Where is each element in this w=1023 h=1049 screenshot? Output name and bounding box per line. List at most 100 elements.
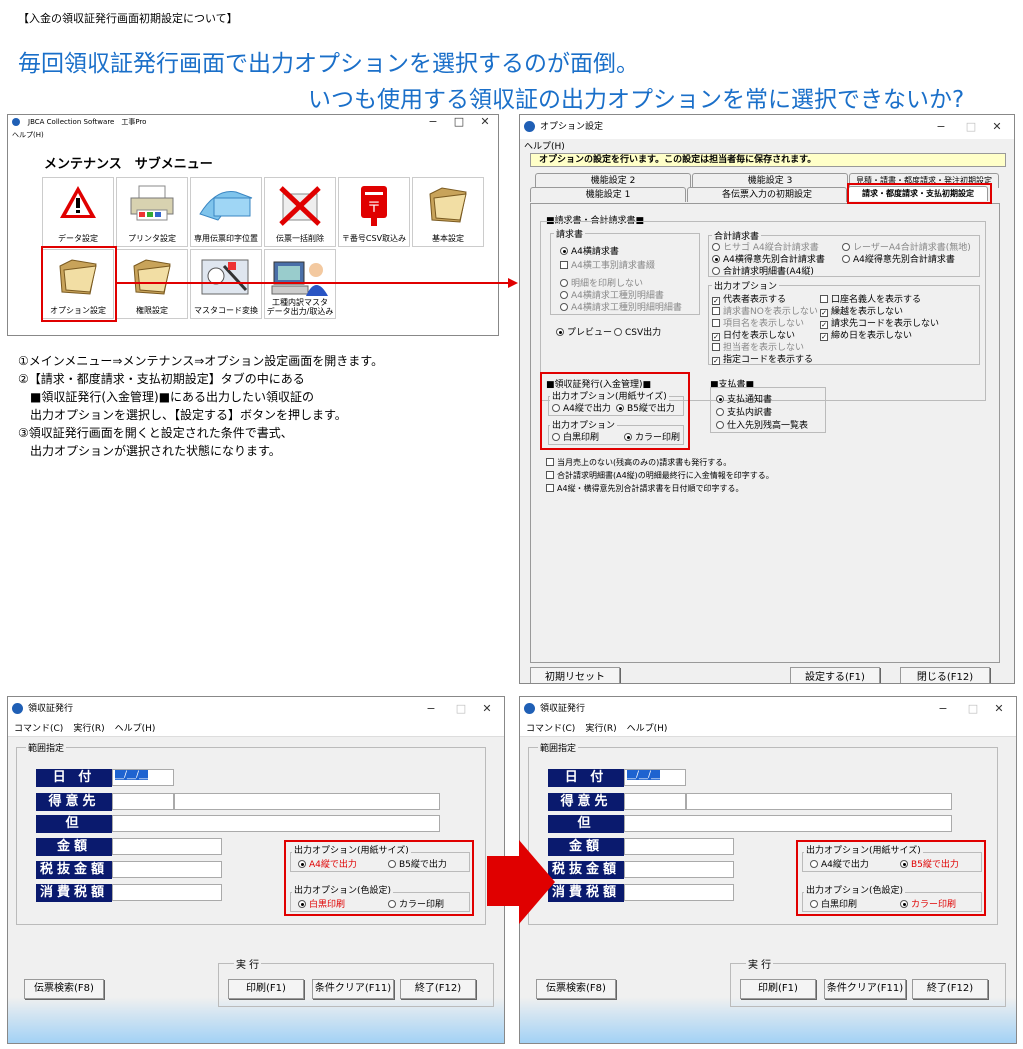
- preview-radio[interactable]: プレビュー: [556, 325, 612, 338]
- ryoshu-color-radio[interactable]: カラー印刷: [624, 430, 680, 443]
- csv-radio[interactable]: CSV出力: [614, 325, 661, 338]
- menu-item[interactable]: 実行(R): [585, 724, 616, 734]
- close-button[interactable]: ✕: [986, 697, 1012, 721]
- menu-help[interactable]: ヘルプ(H): [12, 130, 44, 140]
- field-label-3: 但: [36, 815, 112, 833]
- title-bar: 領収証発行 − □ ✕: [520, 697, 1016, 721]
- menu-tile-1[interactable]: データ設定: [42, 177, 114, 247]
- tax-amount-input[interactable]: [624, 884, 734, 901]
- menu-item[interactable]: ヘルプ(H): [627, 724, 668, 734]
- minimize-button[interactable]: −: [418, 697, 444, 721]
- date-input[interactable]: __/__/__: [112, 769, 174, 786]
- clear-button[interactable]: 条件クリア(F11): [312, 979, 394, 999]
- radio-icon: [560, 303, 568, 311]
- radio-icon: [298, 900, 306, 908]
- menu-tile-5[interactable]: 〒〒番号CSV取込み: [338, 177, 410, 247]
- check-nyukin[interactable]: 合計請求明細書(A4縦)の明細最終行に入金情報を印字する。: [546, 470, 774, 481]
- minimize-button[interactable]: −: [420, 115, 446, 129]
- gokei-a4tate[interactable]: A4縦得意先別合計請求書: [842, 252, 955, 265]
- minimize-button[interactable]: −: [928, 115, 954, 139]
- print-button[interactable]: 印刷(F1): [228, 979, 304, 999]
- maximize-button[interactable]: □: [446, 115, 472, 129]
- exit-button[interactable]: 終了(F12): [400, 979, 476, 999]
- menu-item[interactable]: コマンド(C): [14, 724, 63, 734]
- amount-input[interactable]: [624, 838, 734, 855]
- seikyusho-koshu-meisai[interactable]: A4横請求工種別明細明細書: [560, 300, 682, 313]
- menu-tile-4[interactable]: 伝票一括削除: [264, 177, 336, 247]
- pretax-amount-input[interactable]: [624, 861, 734, 878]
- tax-amount-input[interactable]: [112, 884, 222, 901]
- menu-item[interactable]: 実行(R): [73, 724, 104, 734]
- customer-name-input[interactable]: [174, 793, 440, 810]
- color-radio[interactable]: カラー印刷: [900, 897, 956, 910]
- instruction-line: ③領収証発行画面を開くと設定された条件で書式、: [18, 426, 293, 440]
- ryoshu-b5-radio[interactable]: B5縦で出力: [616, 401, 675, 414]
- tab-denpyo[interactable]: 各伝票入力の初期設定: [687, 187, 847, 202]
- close-button[interactable]: ✕: [984, 115, 1010, 139]
- color-radio[interactable]: カラー印刷: [388, 897, 444, 910]
- menu-tile-9[interactable]: マスタコード変換: [190, 249, 262, 319]
- customer-code-input[interactable]: [624, 793, 686, 810]
- menu-tile-2[interactable]: プリンタ設定: [116, 177, 188, 247]
- radio-icon: [716, 421, 724, 429]
- radio-icon: [614, 328, 622, 336]
- denpyo-search-button[interactable]: 伝票検索(F8): [24, 979, 104, 999]
- settei-button[interactable]: 設定する(F1): [790, 667, 880, 683]
- menu-tile-8[interactable]: 権限設定: [116, 249, 188, 319]
- ryoshu-mono-radio[interactable]: 白黒印刷: [552, 430, 599, 443]
- size-a4-radio[interactable]: A4縦で出力: [298, 857, 357, 870]
- customer-name-input[interactable]: [686, 793, 952, 810]
- tab-kino3[interactable]: 機能設定 3: [692, 173, 848, 188]
- receipt-window-before: 領収証発行 − □ ✕ コマンド(C) 実行(R) ヘルプ(H) 範囲指定日 付得意先但金額税…: [7, 696, 505, 1044]
- close-dialog-button[interactable]: 閉じる(F12): [900, 667, 990, 683]
- output-opt-right-4[interactable]: ✓ 締め日を表示しない: [820, 328, 912, 341]
- maximize-button[interactable]: □: [448, 697, 474, 721]
- shiharai-tsuchi[interactable]: 支払通知書: [716, 392, 772, 405]
- tab-kino1[interactable]: 機能設定 1: [530, 187, 686, 202]
- radio-icon: [388, 900, 396, 908]
- label: A4縦・横得意先別合計請求書を日付順で印字する。: [557, 484, 744, 493]
- tab-kino2[interactable]: 機能設定 2: [535, 173, 691, 188]
- mono-radio[interactable]: 白黒印刷: [298, 897, 345, 910]
- tadashi-input[interactable]: [112, 815, 440, 832]
- ryoshu-a4-radio[interactable]: A4縦で出力: [552, 401, 611, 414]
- size-a4-radio[interactable]: A4縦で出力: [810, 857, 869, 870]
- reset-button[interactable]: 初期リセット: [530, 667, 620, 683]
- shiharai-zandaka[interactable]: 仕入先別残高一覧表: [716, 418, 808, 431]
- pretax-amount-input[interactable]: [112, 861, 222, 878]
- amount-input[interactable]: [112, 838, 222, 855]
- menu-help[interactable]: ヘルプ(H): [524, 139, 565, 152]
- size-b5-radio[interactable]: B5縦で出力: [388, 857, 447, 870]
- customer-code-input[interactable]: [112, 793, 174, 810]
- radio-icon: [616, 404, 624, 412]
- size-b5-radio[interactable]: B5縦で出力: [900, 857, 959, 870]
- big-arrow-body: [487, 856, 521, 906]
- maximize-button[interactable]: □: [960, 697, 986, 721]
- label: 支払通知書: [727, 395, 773, 405]
- mono-radio[interactable]: 白黒印刷: [810, 897, 857, 910]
- menu-tile-10[interactable]: 工種内訳マスタ データ出力/取込み: [264, 249, 336, 319]
- denpyo-search-button[interactable]: 伝票検索(F8): [536, 979, 616, 999]
- date-input[interactable]: __/__/__: [624, 769, 686, 786]
- menu-tile-6[interactable]: 基本設定: [412, 177, 484, 247]
- gokei-meisai[interactable]: 合計請求明細書(A4縦): [712, 264, 814, 277]
- menu-tile-3[interactable]: 専用伝票印字位置: [190, 177, 262, 247]
- exit-button[interactable]: 終了(F12): [912, 979, 988, 999]
- close-button[interactable]: ✕: [472, 115, 498, 129]
- close-button[interactable]: ✕: [474, 697, 500, 721]
- check-hizuke[interactable]: A4縦・横得意先別合計請求書を日付順で印字する。: [546, 483, 744, 494]
- seikyusho-koji[interactable]: A4横工事別請求書綴: [560, 258, 655, 271]
- seikyusho-a4[interactable]: A4横請求書: [560, 244, 619, 257]
- maximize-button[interactable]: □: [958, 115, 984, 139]
- postbox-icon: 〒: [339, 184, 409, 232]
- checkbox-icon: [560, 261, 568, 269]
- minimize-button[interactable]: −: [930, 697, 956, 721]
- tadashi-input[interactable]: [624, 815, 952, 832]
- shiharai-uchiwake[interactable]: 支払内訳書: [716, 405, 772, 418]
- print-button[interactable]: 印刷(F1): [740, 979, 816, 999]
- clear-button[interactable]: 条件クリア(F11): [824, 979, 906, 999]
- check-tougetsu[interactable]: 当月売上のない(残高のみの)請求書も発行する。: [546, 457, 731, 468]
- menu-item[interactable]: コマンド(C): [526, 724, 575, 734]
- output-opt-left-6[interactable]: ✓ 指定コードを表示する: [712, 352, 813, 365]
- menu-item[interactable]: ヘルプ(H): [115, 724, 156, 734]
